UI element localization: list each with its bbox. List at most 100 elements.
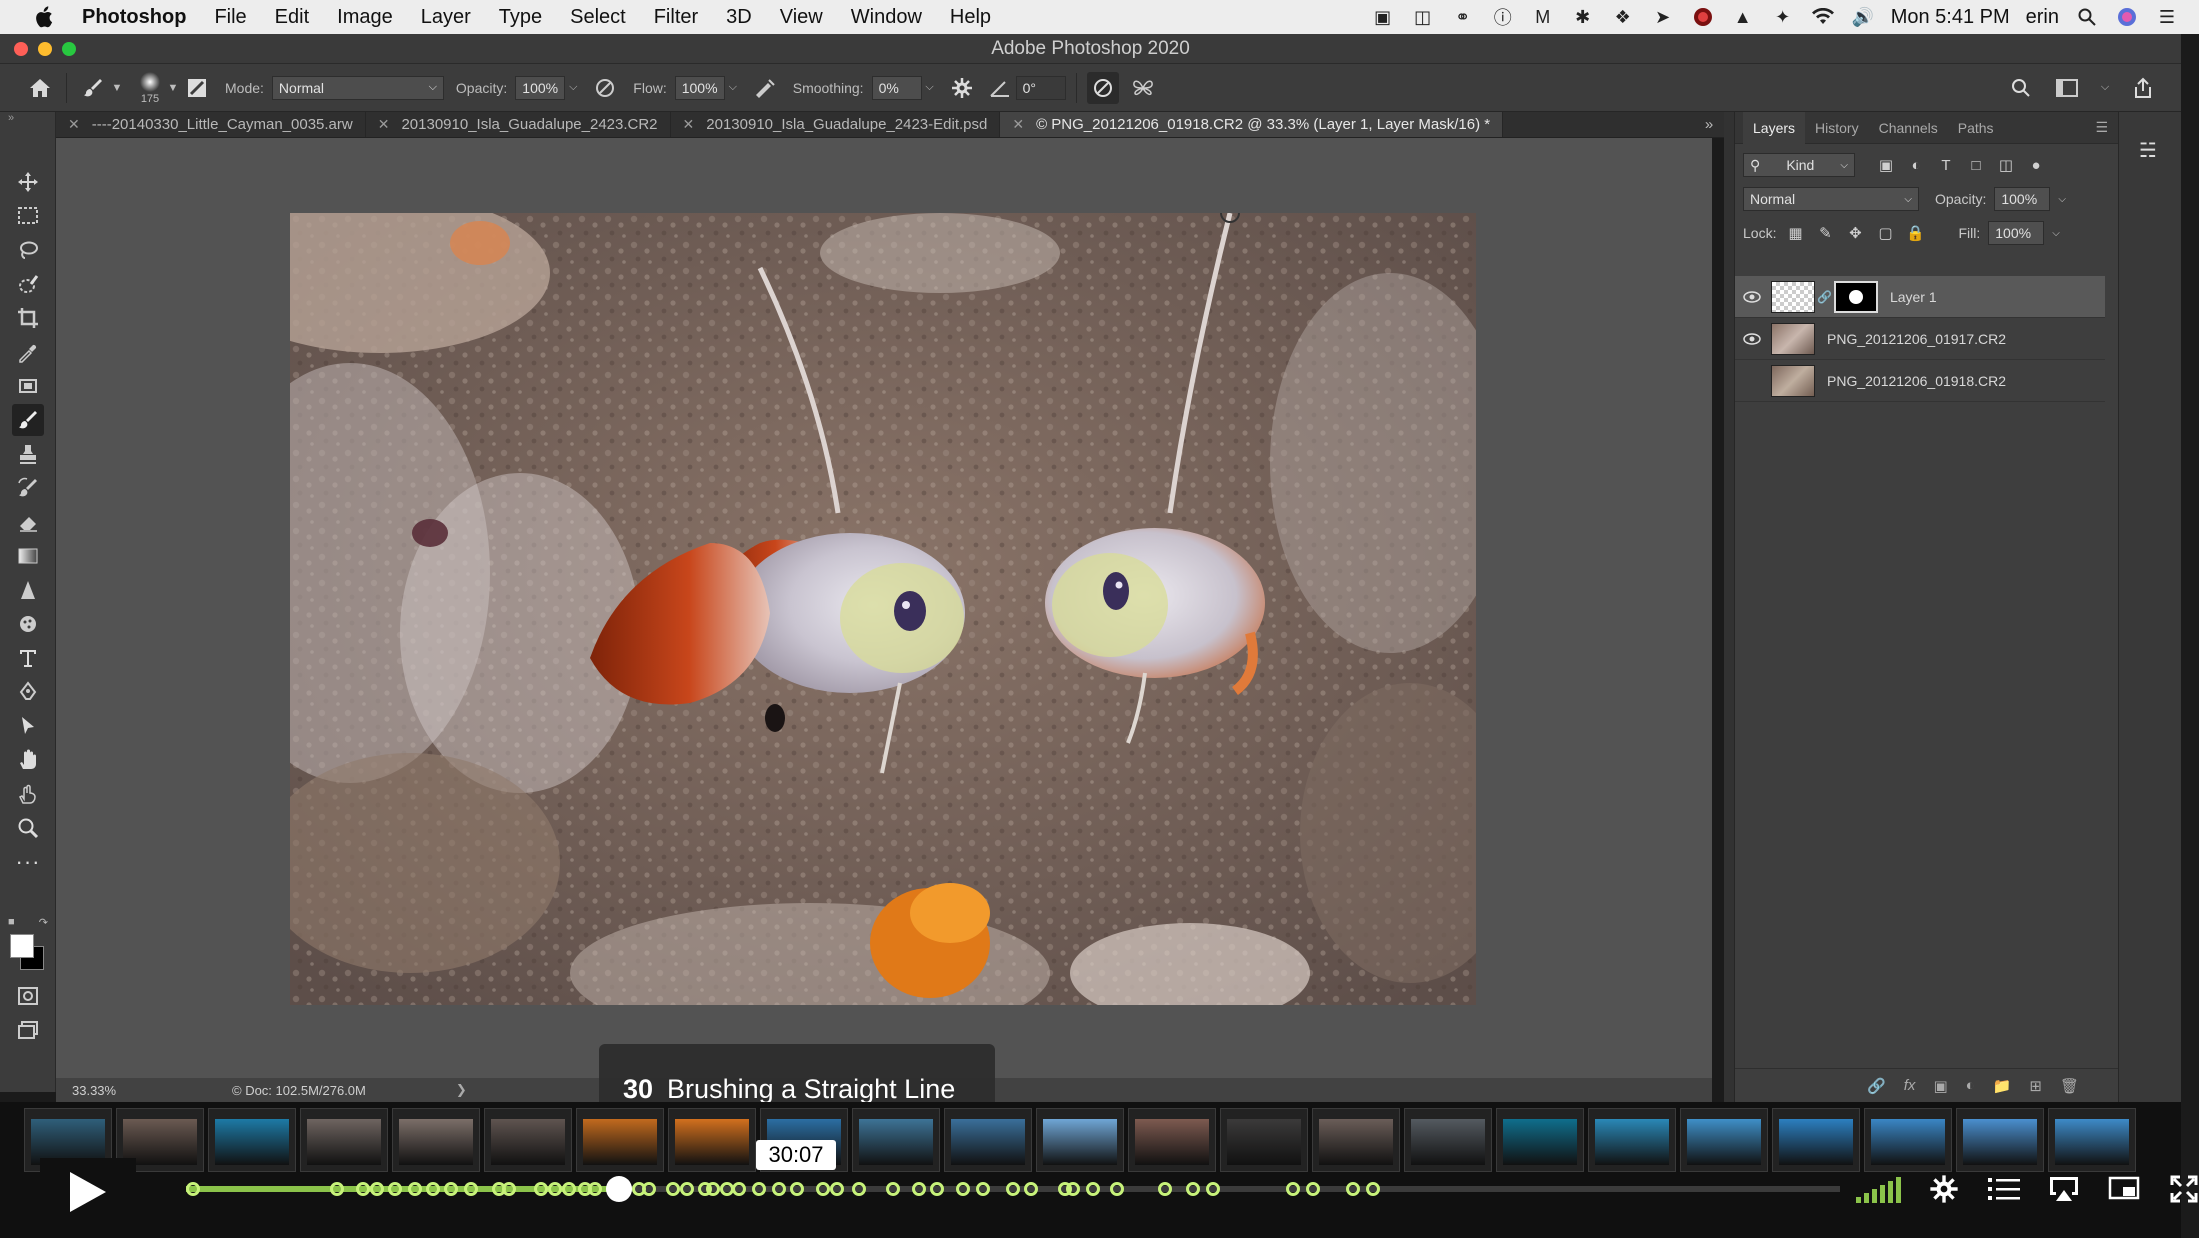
menu-file[interactable]: File — [200, 6, 260, 29]
visibility-eye-icon[interactable] — [1735, 332, 1769, 345]
airplay-icon[interactable]: ▲ — [1731, 5, 1755, 29]
visibility-eye-icon[interactable] — [1735, 290, 1769, 303]
layer-row[interactable]: 🔗 Layer 1 — [1735, 276, 2105, 318]
spotlight-search-icon[interactable] — [2075, 5, 2099, 29]
volume-icon[interactable]: 🔊 — [1851, 5, 1875, 29]
chapter-marker[interactable] — [772, 1182, 786, 1196]
brush-preset-icon[interactable] — [77, 72, 109, 104]
adjustment-layer-icon[interactable]: ◐ — [1966, 1077, 1975, 1094]
chapter-thumbnail[interactable] — [1312, 1108, 1400, 1172]
chapter-marker[interactable] — [790, 1182, 804, 1196]
canvas-area[interactable] — [56, 138, 1712, 1078]
chapter-marker[interactable] — [1006, 1182, 1020, 1196]
chapter-thumbnail[interactable] — [1404, 1108, 1492, 1172]
settings-gear-icon[interactable] — [1927, 1172, 1961, 1206]
chapter-marker[interactable] — [426, 1182, 440, 1196]
more-tools-icon[interactable]: ··· — [12, 846, 44, 878]
quick-selection-tool-icon[interactable] — [12, 268, 44, 300]
history-brush-tool-icon[interactable] — [12, 472, 44, 504]
chapter-marker[interactable] — [752, 1182, 766, 1196]
default-colors-icon[interactable]: ■ — [8, 916, 15, 930]
notification-center-icon[interactable]: ☰ — [2155, 5, 2179, 29]
new-group-icon[interactable]: 📁 — [1993, 1077, 2012, 1095]
layer-opacity-input[interactable]: 100% — [1994, 187, 2051, 211]
chapter-thumbnail[interactable] — [1128, 1108, 1216, 1172]
chapter-marker[interactable] — [930, 1182, 944, 1196]
hand-tool-icon[interactable] — [12, 744, 44, 776]
siri-icon[interactable] — [2115, 5, 2139, 29]
chapter-marker[interactable] — [666, 1182, 680, 1196]
tab-isla-guadalupe-cr2[interactable]: ✕ 20130910_Isla_Guadalupe_2423.CR2 — [366, 112, 671, 137]
chapter-marker[interactable] — [534, 1182, 548, 1196]
flow-input[interactable]: 100% — [674, 75, 725, 100]
lasso-tool-icon[interactable] — [12, 234, 44, 266]
layer-kind-filter[interactable]: ⚲ Kind ⌵ — [1743, 153, 1855, 177]
angle-input[interactable]: 0° — [1015, 75, 1066, 100]
chapter-marker[interactable] — [680, 1182, 694, 1196]
workspace-dropdown[interactable]: ⌵ — [2097, 76, 2113, 100]
fullscreen-icon[interactable] — [2167, 1172, 2199, 1206]
sharpen-tool-icon[interactable] — [12, 574, 44, 606]
gmail-icon[interactable]: M — [1531, 5, 1555, 29]
filter-shape-icon[interactable]: □ — [1965, 154, 1987, 176]
chapter-thumbnail[interactable] — [300, 1108, 388, 1172]
chapter-marker[interactable] — [886, 1182, 900, 1196]
chapter-marker[interactable] — [956, 1182, 970, 1196]
airmail-icon[interactable]: ➤ — [1651, 5, 1675, 29]
clone-stamp-tool-icon[interactable] — [12, 438, 44, 470]
tab-isla-guadalupe-psd[interactable]: ✕ 20130910_Isla_Guadalupe_2423-Edit.psd — [671, 112, 1001, 137]
filter-pixel-icon[interactable]: ▣ — [1875, 154, 1897, 176]
menu-help[interactable]: Help — [936, 6, 1005, 29]
tab-history[interactable]: History — [1805, 112, 1869, 144]
type-tool-icon[interactable] — [12, 642, 44, 674]
add-mask-icon[interactable]: ▣ — [1933, 1077, 1947, 1095]
chapter-marker[interactable] — [976, 1182, 990, 1196]
lock-image-icon[interactable]: ✎ — [1814, 222, 1836, 244]
tab-channels[interactable]: Channels — [1869, 112, 1948, 144]
lock-position-icon[interactable]: ✥ — [1844, 222, 1866, 244]
eraser-tool-icon[interactable] — [12, 506, 44, 538]
info-circle-icon[interactable]: ⓘ — [1491, 5, 1515, 29]
chapter-thumbnail[interactable] — [852, 1108, 940, 1172]
zoom-tool-icon[interactable] — [12, 812, 44, 844]
menu-app-name[interactable]: Photoshop — [76, 6, 200, 29]
screenshot-app-icon[interactable]: ▣ — [1371, 5, 1395, 29]
fill-input[interactable]: 100% — [1988, 221, 2045, 245]
link-layers-icon[interactable]: 🔗 — [1867, 1077, 1886, 1095]
opacity-dropdown[interactable]: ⌵ — [565, 76, 581, 100]
move-tool-icon[interactable] — [12, 166, 44, 198]
pressure-opacity-icon[interactable] — [589, 72, 621, 104]
lock-transparent-icon[interactable]: ▦ — [1784, 222, 1806, 244]
search-icon[interactable] — [2005, 72, 2037, 104]
chapter-thumbnail[interactable] — [2048, 1108, 2136, 1172]
brush-preset-dropdown[interactable]: ▼ — [109, 76, 125, 100]
layer-mask-thumbnail[interactable] — [1833, 280, 1878, 313]
chapter-thumbnail[interactable] — [1956, 1108, 2044, 1172]
chapter-marker[interactable] — [1024, 1182, 1038, 1196]
chapter-marker[interactable] — [548, 1182, 562, 1196]
symmetry-butterfly-icon[interactable] — [1127, 72, 1159, 104]
creative-cloud-icon[interactable]: ⚭ — [1451, 5, 1475, 29]
close-tab-icon[interactable]: ✕ — [683, 116, 695, 133]
chapter-marker[interactable] — [370, 1182, 384, 1196]
eyedropper-tool-icon[interactable] — [12, 336, 44, 368]
screen-mode-icon[interactable] — [12, 1014, 44, 1046]
panel-menu-icon[interactable]: ☰ — [2095, 119, 2108, 136]
chapter-marker[interactable] — [330, 1182, 344, 1196]
menu-user[interactable]: erin — [2026, 6, 2059, 29]
menu-filter[interactable]: Filter — [640, 6, 712, 29]
chapter-thumbnail[interactable] — [208, 1108, 296, 1172]
chapter-marker[interactable] — [1066, 1182, 1080, 1196]
record-icon[interactable] — [1691, 5, 1715, 29]
chapter-marker[interactable] — [1366, 1182, 1380, 1196]
share-icon[interactable] — [2127, 72, 2159, 104]
blend-mode-select[interactable]: Normal ⌵ — [1743, 187, 1919, 211]
chapter-marker[interactable] — [356, 1182, 370, 1196]
pressure-size-icon[interactable] — [1086, 71, 1119, 104]
rotate-view-tool-icon[interactable] — [12, 778, 44, 810]
filter-toggle-icon[interactable]: ● — [2025, 154, 2047, 176]
chapter-marker[interactable] — [1110, 1182, 1124, 1196]
mode-select[interactable]: Normal ⌵ — [271, 75, 444, 100]
marquee-tool-icon[interactable] — [12, 200, 44, 232]
chapter-thumbnail[interactable] — [1496, 1108, 1584, 1172]
